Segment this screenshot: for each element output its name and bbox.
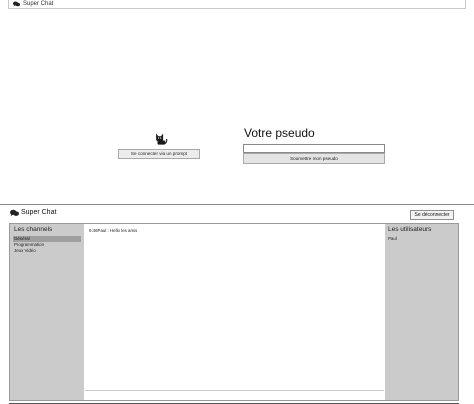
user-list: Paul [388,236,397,242]
login-window-title: Super Chat [23,1,54,7]
connect-via-prompt-button[interactable]: Se connecter via un prompt [118,149,200,159]
channel-list: Général Programmation Jeux Vidéo [13,236,81,254]
channels-title: Les channels [14,226,53,233]
chat-titlebar: Super Chat Se déconnecter [0,205,474,222]
user-item-paul[interactable]: Paul [388,236,397,242]
chat-bubbles-icon [10,209,19,217]
users-title: Les utilisateurs [388,226,432,233]
login-titlebar: Super Chat [8,0,466,9]
channels-panel: Les channels Général Programmation Jeux … [10,224,84,400]
disconnect-button[interactable]: Se déconnecter [410,210,454,220]
messages-list: 9:46Paul : Hello les amis [89,228,137,234]
submit-pseudo-button[interactable]: Soumettre mon pseudo [243,153,385,164]
login-window: Super Chat Se connecter via un prompt Vo… [0,0,474,190]
pseudo-input[interactable] [243,144,385,153]
cat-icon [156,133,168,145]
message-item: 9:46Paul : Hello les amis [89,228,138,233]
channel-item-jeux-video[interactable]: Jeux Vidéo [13,248,81,254]
pseudo-label: Votre pseudo [244,126,315,140]
chat-window: Super Chat Se déconnecter Les channels G… [0,204,474,404]
message-input[interactable] [85,390,384,400]
users-panel: Les utilisateurs Paul [385,224,458,400]
chat-body: Les channels Général Programmation Jeux … [9,223,459,401]
chat-bubbles-icon [13,1,20,7]
chat-window-title: Super Chat [21,209,57,216]
messages-panel: 9:46Paul : Hello les amis [85,224,384,400]
